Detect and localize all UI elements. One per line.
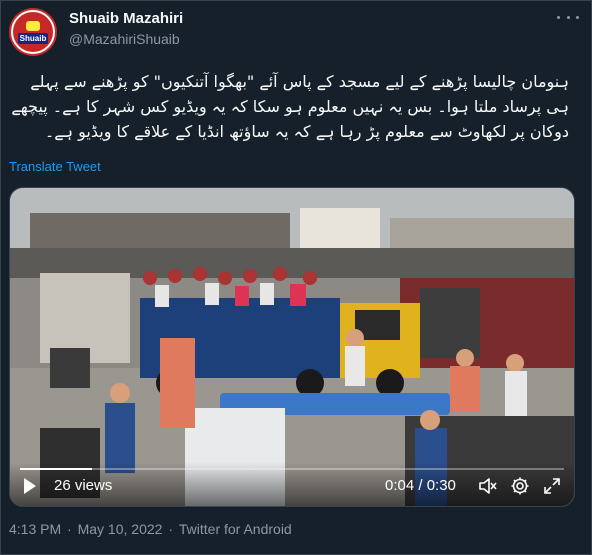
- tweet-metadata: 4:13 PM · May 10, 2022 · Twitter for And…: [9, 521, 292, 537]
- video-player[interactable]: 26 views 0:04 / 0:30: [9, 187, 575, 507]
- settings-icon[interactable]: [510, 476, 530, 496]
- tweet-client: Twitter for Android: [178, 521, 292, 537]
- tweet-time[interactable]: 4:13 PM: [9, 521, 61, 537]
- avatar[interactable]: Shuaib: [9, 8, 57, 56]
- video-progress-bar[interactable]: [20, 468, 564, 470]
- tweet-date[interactable]: May 10, 2022: [78, 521, 163, 537]
- video-frame: [10, 188, 574, 506]
- translate-tweet-link[interactable]: Translate Tweet: [9, 159, 101, 174]
- author-handle[interactable]: @MazahiriShuaib: [69, 31, 180, 47]
- play-icon[interactable]: [24, 478, 36, 494]
- more-options-icon[interactable]: [557, 10, 579, 24]
- tweet-text: ہنومان چالیسا پڑھنے کے لیے مسجد کے پاس آ…: [11, 72, 569, 141]
- mute-icon[interactable]: [478, 476, 498, 496]
- view-count: 26 views: [54, 477, 113, 494]
- video-time: 0:04 / 0:30: [385, 477, 456, 494]
- fullscreen-icon[interactable]: [542, 476, 562, 496]
- video-progress-fill: [20, 468, 93, 470]
- tweet-card: Shuaib Shuaib Mazahiri @MazahiriShuaib ہ…: [0, 0, 592, 555]
- author-name[interactable]: Shuaib Mazahiri: [69, 10, 183, 27]
- video-controls: 26 views 0:04 / 0:30: [10, 462, 574, 506]
- avatar-logo: Shuaib: [11, 10, 55, 54]
